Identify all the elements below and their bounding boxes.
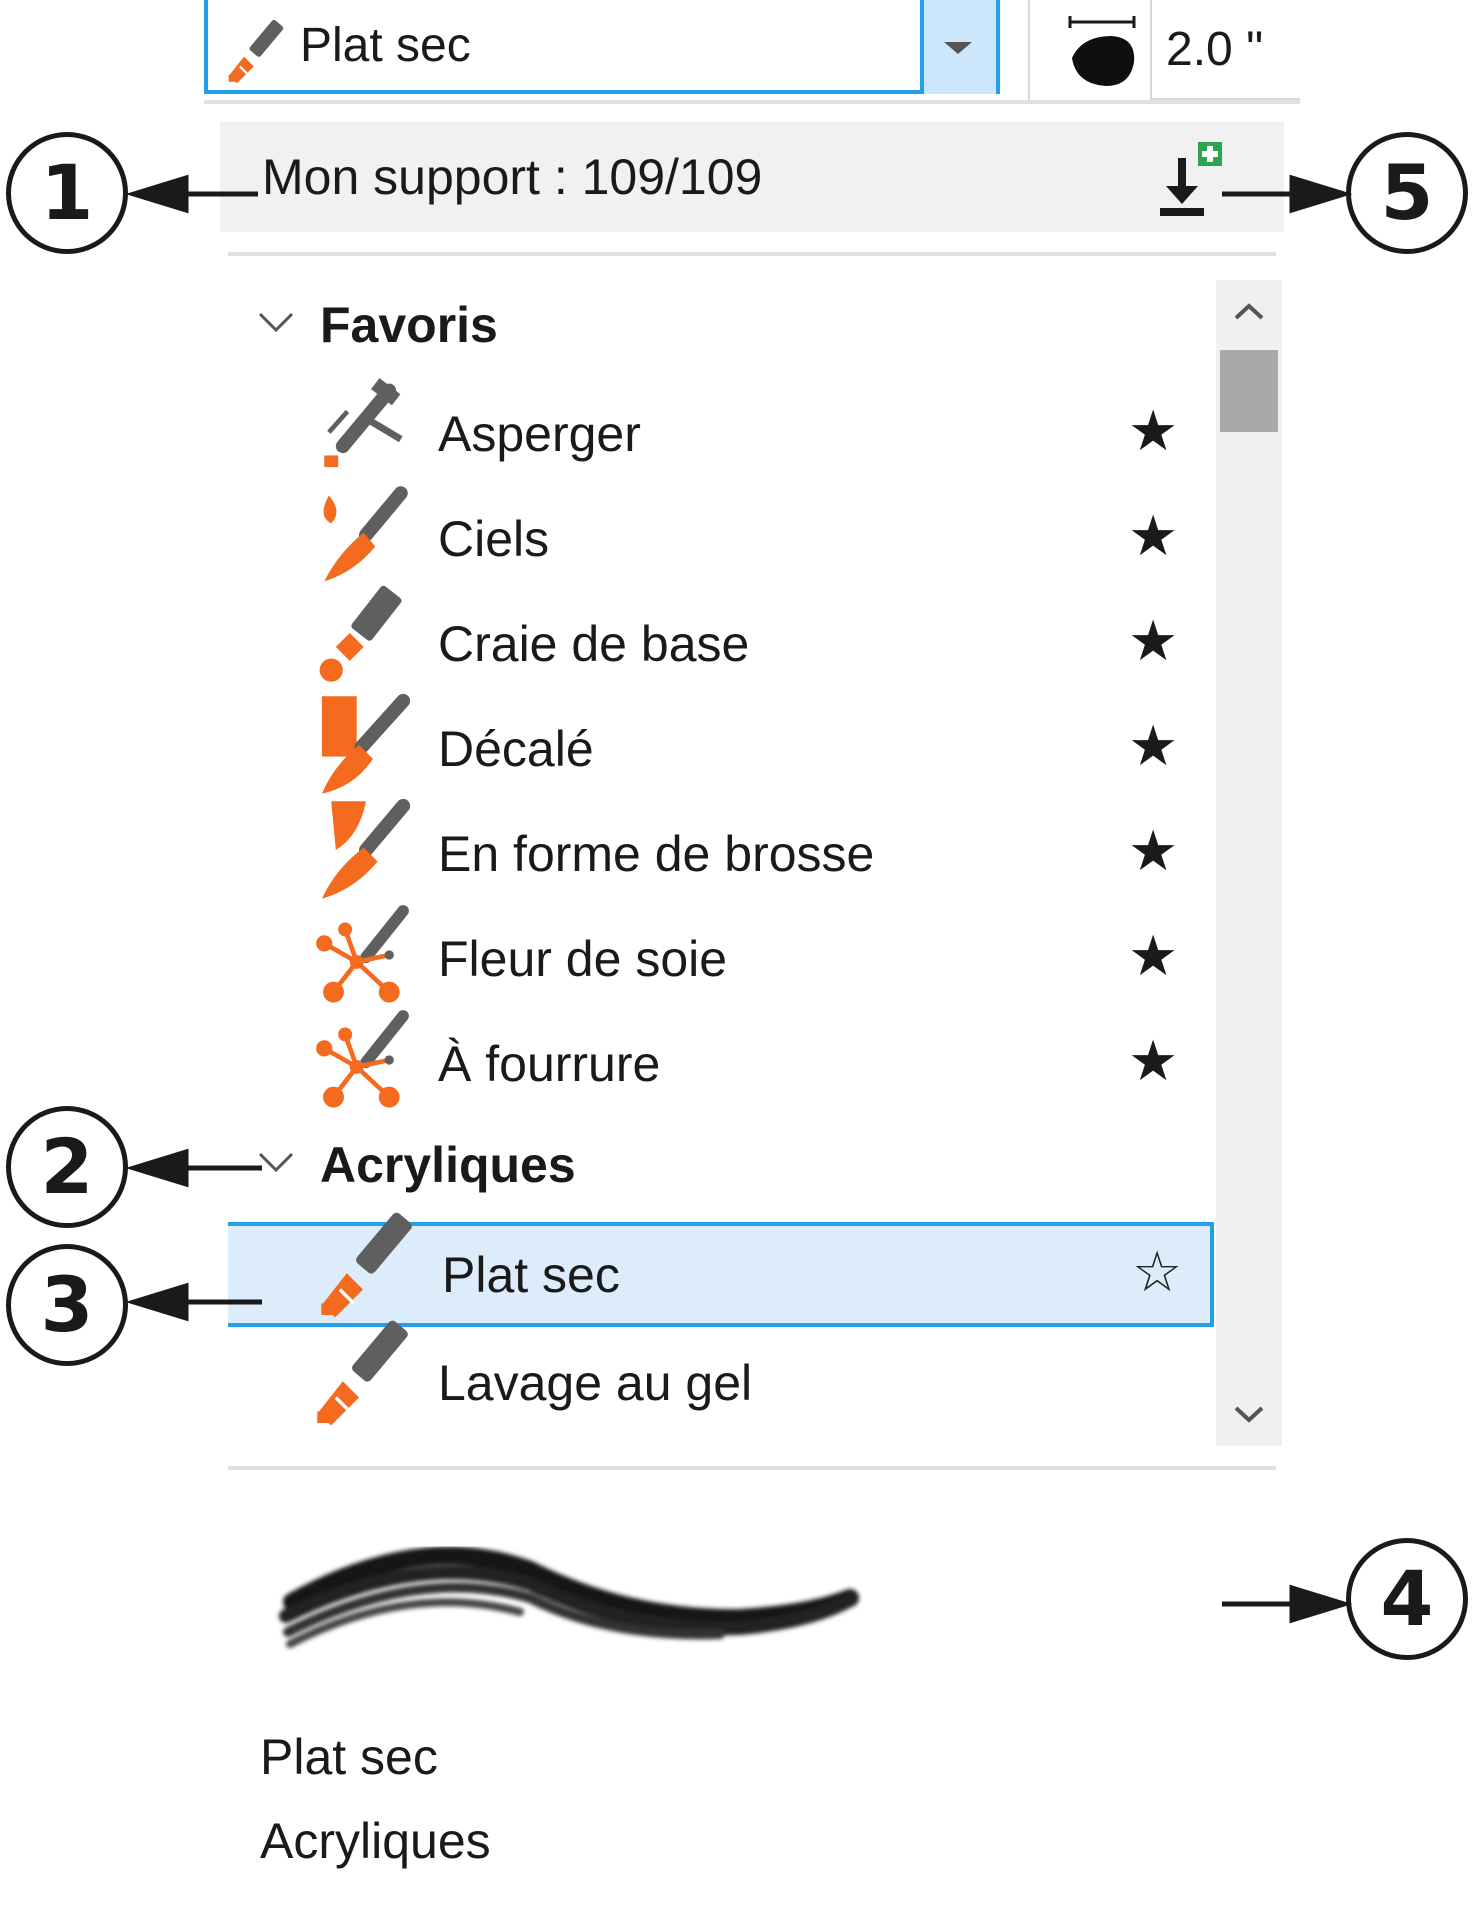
brush-size-value: 2.0 " bbox=[1166, 23, 1264, 76]
callout-number: 4 bbox=[1380, 1554, 1434, 1643]
brush-toolbar: Plat sec 2.0 " bbox=[0, 0, 1478, 104]
nib-shape-icon[interactable] bbox=[1062, 12, 1142, 92]
toolbar-separator bbox=[1028, 0, 1030, 100]
list-item-label: En forme de brosse bbox=[438, 826, 875, 882]
fur-brush-icon bbox=[308, 995, 424, 1111]
sky-brush-icon bbox=[308, 470, 424, 586]
callout-number: 3 bbox=[40, 1260, 94, 1349]
callout-2: 2 bbox=[6, 1106, 128, 1228]
chevron-down-icon[interactable] bbox=[258, 312, 294, 334]
list-item-label: Plat sec bbox=[442, 1247, 620, 1303]
group-title: Acryliques bbox=[320, 1137, 576, 1193]
flat-brush-icon bbox=[220, 16, 296, 86]
favorite-star-icon[interactable]: ★ bbox=[1128, 823, 1178, 879]
flat-brush-icon bbox=[312, 1206, 428, 1322]
callout-number: 5 bbox=[1380, 148, 1434, 237]
offset-brush-icon bbox=[308, 680, 424, 796]
chalk-brush-icon bbox=[308, 575, 424, 691]
scroll-thumb[interactable] bbox=[1220, 350, 1278, 432]
group-header-acryliques[interactable]: Acryliques bbox=[228, 1116, 1188, 1216]
list-item-label: Craie de base bbox=[438, 616, 750, 672]
favorite-star-icon[interactable]: ★ bbox=[1128, 403, 1178, 459]
callout-number: 1 bbox=[40, 148, 94, 237]
favorite-star-icon[interactable]: ★ bbox=[1128, 613, 1178, 669]
support-label: Mon support : 109/109 bbox=[262, 149, 763, 205]
callout-5: 5 bbox=[1346, 132, 1468, 254]
favorite-star-icon[interactable]: ★ bbox=[1128, 1033, 1178, 1089]
scroll-up-icon[interactable] bbox=[1216, 280, 1282, 344]
brush-selector-value: Plat sec bbox=[300, 19, 471, 72]
chevron-down-icon[interactable] bbox=[258, 1152, 294, 1174]
brush-size-field[interactable]: 2.0 " bbox=[1150, 0, 1300, 100]
list-item-label: À fourrure bbox=[438, 1036, 661, 1092]
divider-bottom bbox=[228, 1466, 1276, 1470]
callout-4: 4 bbox=[1346, 1538, 1468, 1660]
chevron-down-icon bbox=[944, 42, 972, 54]
list-item-label: Lavage au gel bbox=[438, 1355, 753, 1411]
silk-flower-brush-icon bbox=[308, 890, 424, 1006]
preview-brush-name: Plat sec bbox=[260, 1729, 438, 1785]
callout-1: 1 bbox=[6, 132, 128, 254]
support-bar: Mon support : 109/109 bbox=[220, 122, 1284, 232]
gel-wash-brush-icon bbox=[308, 1314, 424, 1430]
scroll-down-icon[interactable] bbox=[1216, 1382, 1282, 1446]
bristle-brush-icon bbox=[308, 785, 424, 901]
group-header-favoris[interactable]: Favoris bbox=[228, 276, 1188, 376]
callout-number: 2 bbox=[40, 1122, 94, 1211]
brush-selector[interactable]: Plat sec bbox=[204, 0, 1000, 94]
favorite-star-icon[interactable]: ★ bbox=[1128, 928, 1178, 984]
callout-3: 3 bbox=[6, 1244, 128, 1366]
brush-list: Favoris Asperger ★ Ciels ★ Craie de base… bbox=[228, 276, 1216, 1440]
dropdown-button[interactable] bbox=[920, 0, 996, 94]
list-item[interactable]: À fourrure ★ bbox=[228, 1011, 1208, 1116]
list-item-selected[interactable]: Plat sec ☆ bbox=[228, 1222, 1214, 1327]
favorite-star-outline-icon[interactable]: ☆ bbox=[1132, 1244, 1182, 1300]
list-item-label: Ciels bbox=[438, 511, 550, 567]
favorite-star-icon[interactable]: ★ bbox=[1128, 718, 1178, 774]
preview-brush-category: Acryliques bbox=[260, 1813, 491, 1869]
list-item-label: Décalé bbox=[438, 721, 594, 777]
spray-brush-icon bbox=[308, 365, 424, 481]
brush-stroke-preview bbox=[279, 1546, 859, 1648]
list-scrollbar[interactable] bbox=[1216, 280, 1282, 1446]
list-item-label: Asperger bbox=[438, 406, 641, 462]
toolbar-divider bbox=[204, 100, 1300, 104]
import-brush-icon[interactable] bbox=[1148, 138, 1232, 222]
group-title: Favoris bbox=[320, 297, 498, 353]
favorite-star-icon[interactable]: ★ bbox=[1128, 508, 1178, 564]
divider-top bbox=[228, 252, 1276, 256]
list-item-label: Fleur de soie bbox=[438, 931, 728, 987]
list-item[interactable]: Lavage au gel bbox=[228, 1330, 1208, 1435]
